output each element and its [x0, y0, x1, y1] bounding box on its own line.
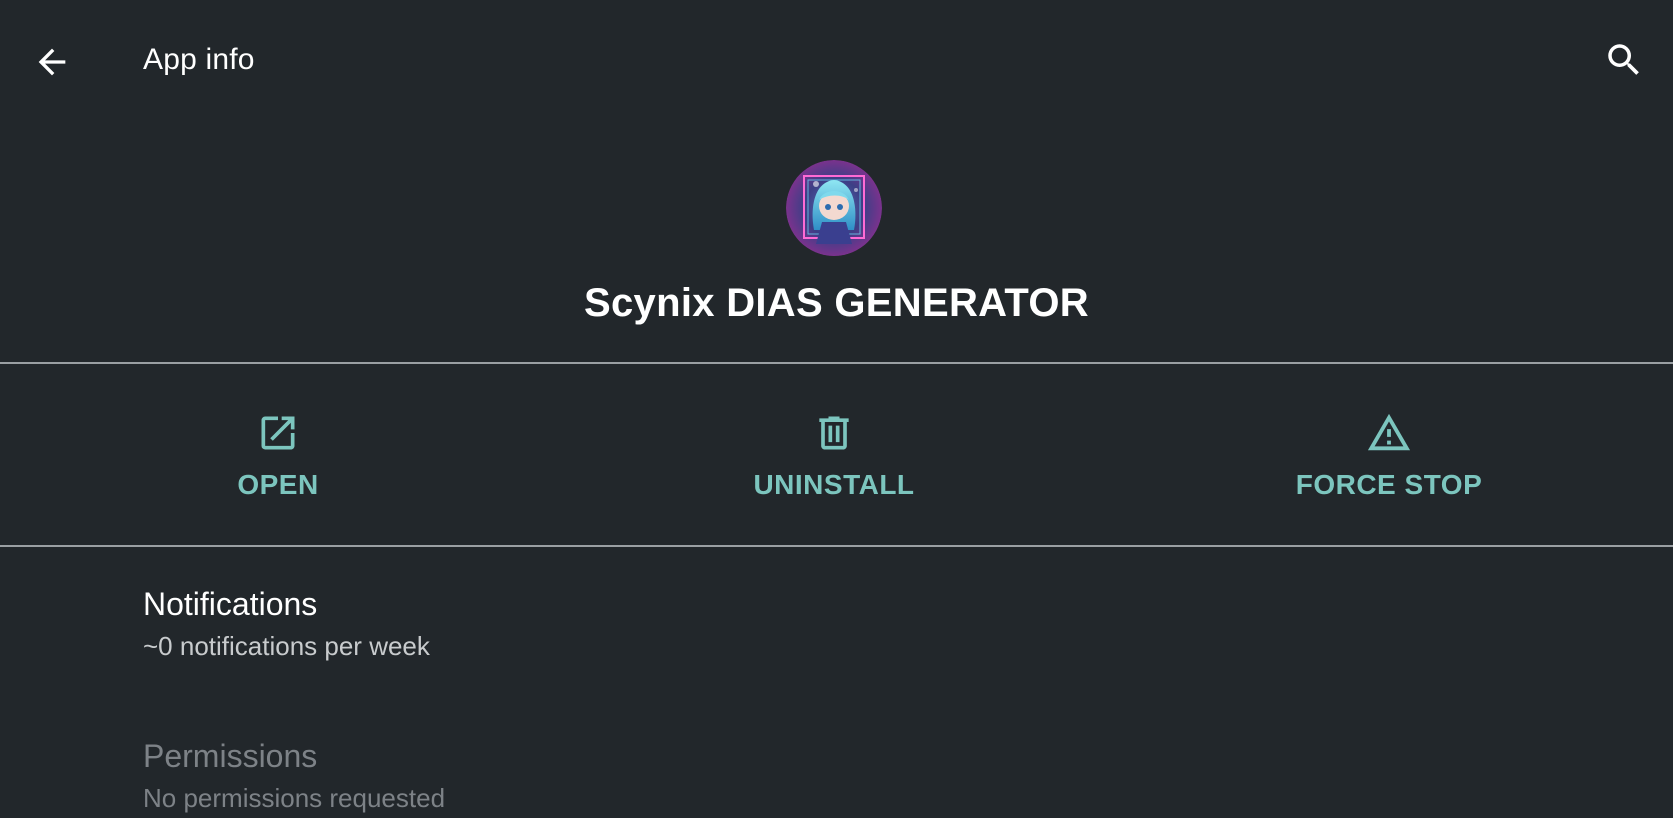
arrow-left-icon — [38, 48, 66, 76]
search-icon — [1608, 44, 1639, 75]
app-name: Scynix DIAS GENERATOR — [584, 281, 1089, 325]
app-icon — [786, 160, 882, 256]
open-external-icon — [254, 409, 302, 457]
divider-bottom — [0, 545, 1673, 547]
open-button[interactable]: OPEN — [88, 364, 468, 545]
warning-triangle-icon — [1365, 409, 1413, 457]
uninstall-label: UNINSTALL — [753, 469, 915, 500]
notifications-item[interactable]: Notifications ~0 notifications per week — [143, 584, 1543, 664]
back-button[interactable] — [24, 34, 80, 90]
force-stop-label: FORCE STOP — [1295, 469, 1483, 500]
page-title: App info — [143, 43, 255, 76]
trash-icon — [810, 409, 858, 457]
top-app-bar: App info — [0, 0, 1673, 118]
search-button[interactable] — [1596, 32, 1652, 88]
open-label: OPEN — [237, 469, 319, 500]
force-stop-button[interactable]: FORCE STOP — [1199, 364, 1579, 545]
uninstall-button[interactable]: UNINSTALL — [644, 364, 1024, 545]
notifications-title: Notifications — [143, 586, 318, 622]
notifications-subtitle: ~0 notifications per week — [143, 631, 430, 661]
permissions-title: Permissions — [143, 738, 318, 774]
permissions-subtitle: No permissions requested — [143, 783, 446, 813]
action-buttons-row: OPEN UNINSTALL FORCE STOP — [0, 364, 1673, 545]
permissions-item[interactable]: Permissions No permissions requested — [143, 736, 1543, 816]
